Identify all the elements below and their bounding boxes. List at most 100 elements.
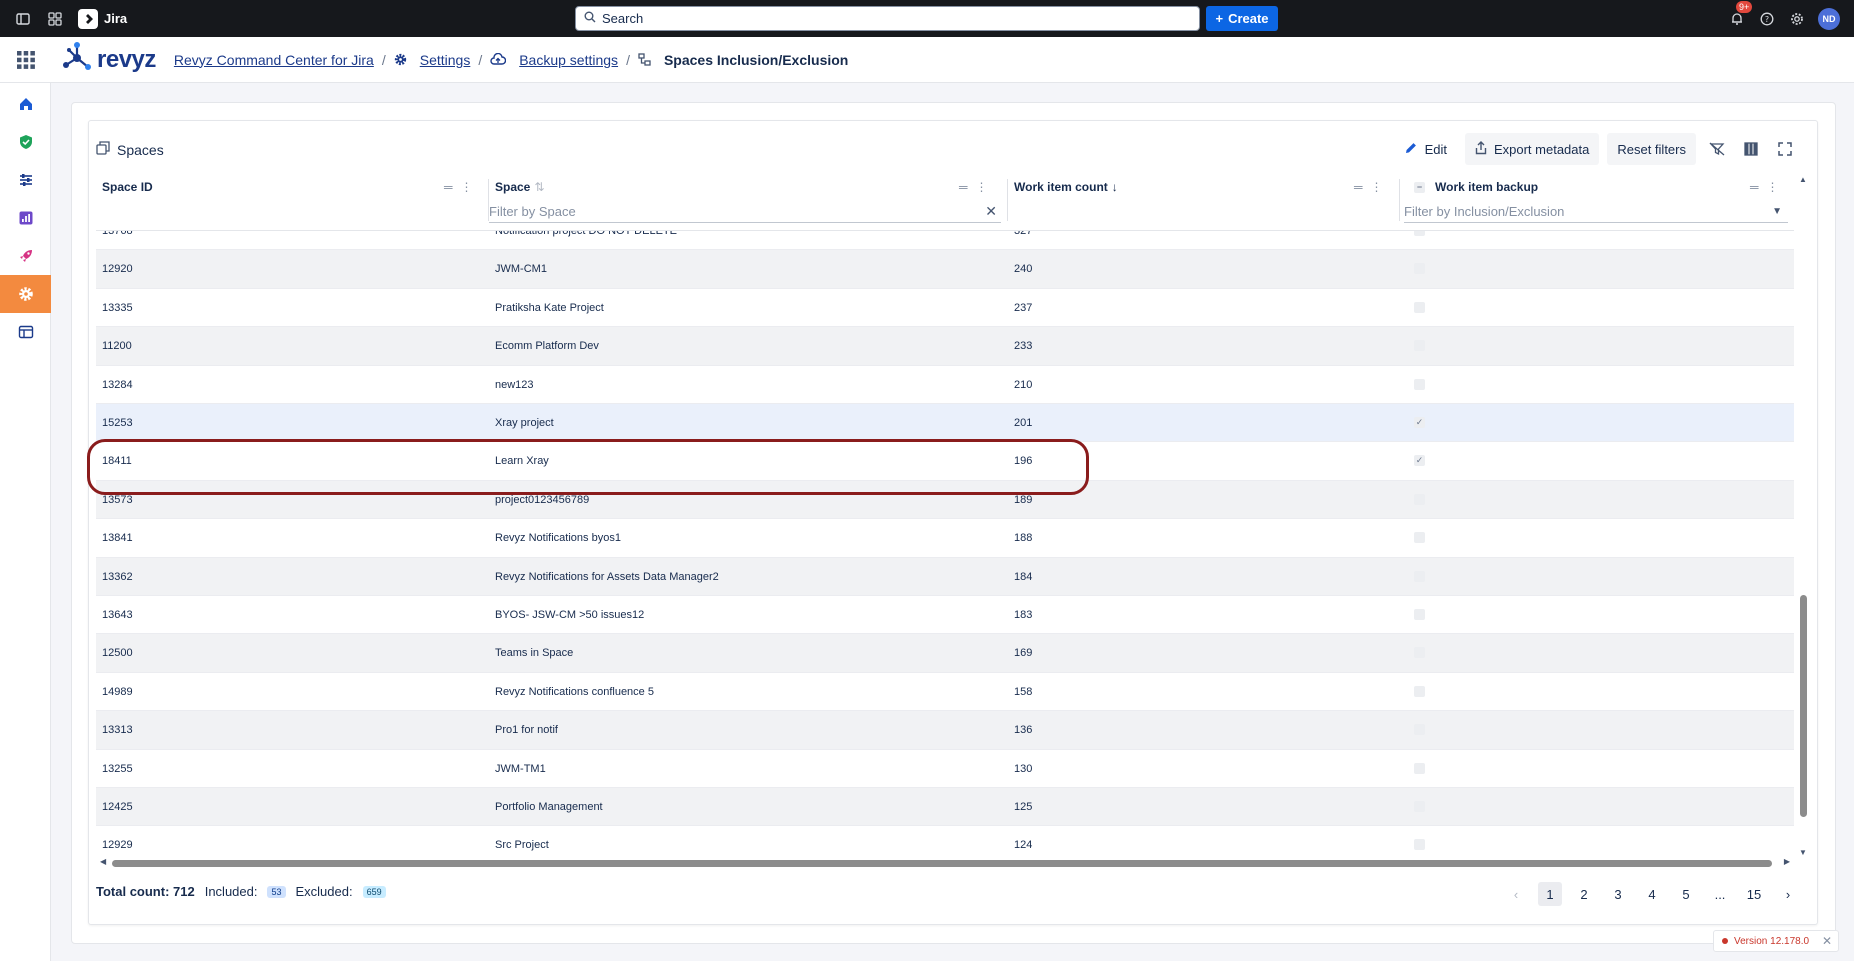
- backup-checkbox[interactable]: [1414, 263, 1425, 275]
- page-1[interactable]: 1: [1538, 882, 1562, 906]
- page-4[interactable]: 4: [1640, 882, 1664, 906]
- spaces-table: Space ID ═ ⋮ Space ⇅ ═ ⋮ Filter by Space…: [96, 175, 1794, 857]
- scroll-down-icon[interactable]: ▼: [1799, 848, 1807, 857]
- backup-checkbox[interactable]: [1414, 724, 1425, 736]
- search-input[interactable]: Search: [575, 6, 1200, 31]
- clear-filter-icon[interactable]: [1704, 133, 1730, 165]
- backup-checkbox[interactable]: [1414, 685, 1425, 697]
- scroll-up-icon[interactable]: ▲: [1799, 175, 1807, 184]
- user-avatar[interactable]: ND: [1818, 7, 1840, 30]
- breadcrumb-settings[interactable]: Settings: [420, 52, 471, 68]
- backup-checkbox[interactable]: ✓: [1414, 455, 1425, 467]
- backup-checkbox[interactable]: [1414, 340, 1425, 352]
- sidebar-item-launch[interactable]: [0, 237, 51, 275]
- filter-backup-select[interactable]: Filter by Inclusion/Exclusion ▼: [1404, 201, 1788, 223]
- backup-checkbox[interactable]: [1414, 493, 1425, 505]
- app-grid-icon[interactable]: [0, 50, 51, 70]
- cell-space-name: Pratiksha Kate Project: [495, 301, 604, 314]
- sidebar-item-reports[interactable]: [0, 199, 51, 237]
- export-metadata-button[interactable]: Export metadata: [1464, 133, 1600, 165]
- reset-filters-button[interactable]: Reset filters: [1607, 133, 1696, 165]
- page-2[interactable]: 2: [1572, 882, 1596, 906]
- breadcrumb-command-center[interactable]: Revyz Command Center for Jira: [174, 52, 374, 68]
- excluded-label: Excluded:: [295, 884, 353, 899]
- column-menu-icon[interactable]: ⋮: [1371, 180, 1383, 194]
- backup-checkbox[interactable]: [1414, 301, 1425, 313]
- column-menu-icon[interactable]: ⋮: [461, 180, 473, 194]
- table-row[interactable]: 13284 new123 210: [96, 366, 1794, 404]
- column-header-space-id[interactable]: Space ID ═ ⋮: [96, 175, 488, 231]
- table-row[interactable]: 12500 Teams in Space 169: [96, 634, 1794, 673]
- prev-page-icon[interactable]: ‹: [1504, 882, 1528, 906]
- create-button[interactable]: + Create: [1206, 6, 1278, 31]
- revyz-mark-icon: [61, 41, 93, 78]
- next-page-icon[interactable]: ›: [1776, 882, 1800, 906]
- table-row[interactable]: 13362 Revyz Notifications for Assets Data…: [96, 557, 1794, 596]
- table-row[interactable]: 12920 JWM-CM1 240: [96, 250, 1794, 289]
- backup-checkbox[interactable]: [1414, 839, 1425, 851]
- drag-handle-icon[interactable]: ═: [444, 180, 453, 194]
- drag-handle-icon[interactable]: ═: [1354, 180, 1363, 194]
- sidebar-item-home[interactable]: [0, 85, 51, 123]
- page-15[interactable]: 15: [1742, 882, 1766, 906]
- scroll-thumb[interactable]: [1800, 595, 1807, 817]
- table-row[interactable]: 13643 BYOS- JSW-CM >50 issues12 183: [96, 596, 1794, 635]
- table-row[interactable]: 15253 Xray project 201 ✓: [96, 404, 1794, 443]
- select-all-checkbox[interactable]: −: [1414, 181, 1425, 193]
- help-icon[interactable]: ?: [1758, 10, 1776, 28]
- clear-filter-x-icon[interactable]: ✕: [985, 203, 997, 220]
- notifications-icon[interactable]: 9+: [1728, 0, 1753, 28]
- table-row[interactable]: 13313 Pro1 for notif 136: [96, 711, 1794, 750]
- settings-gear-icon[interactable]: [1788, 10, 1806, 28]
- sort-icon[interactable]: ⇅: [534, 180, 544, 194]
- table-row[interactable]: 11200 Ecomm Platform Dev 233: [96, 327, 1794, 366]
- column-header-work-item-backup[interactable]: − Work item backup ═ ⋮ Filter by Inclusi…: [1400, 175, 1794, 231]
- vertical-scrollbar[interactable]: ▲ ▼: [1798, 175, 1808, 857]
- backup-checkbox[interactable]: ✓: [1414, 417, 1425, 428]
- table-row[interactable]: 13841 Revyz Notifications byos1 188: [96, 519, 1794, 558]
- table-row[interactable]: 13335 Pratiksha Kate Project 237: [96, 289, 1794, 328]
- page-3[interactable]: 3: [1606, 882, 1630, 906]
- filter-space-input[interactable]: Filter by Space ✕: [489, 201, 1001, 223]
- column-label: Work item backup: [1435, 180, 1539, 194]
- backup-checkbox[interactable]: [1414, 762, 1425, 774]
- table-row[interactable]: 13255 JWM-TM1 130: [96, 750, 1794, 788]
- backup-checkbox[interactable]: [1414, 532, 1425, 544]
- backup-checkbox[interactable]: [1414, 378, 1425, 390]
- sidebar-item-settings[interactable]: [0, 275, 51, 313]
- columns-icon[interactable]: [1738, 133, 1764, 165]
- page-5[interactable]: 5: [1674, 882, 1698, 906]
- edit-button[interactable]: Edit: [1394, 133, 1457, 165]
- close-icon[interactable]: ✕: [1822, 934, 1832, 948]
- table-row[interactable]: 12425 Portfolio Management 125: [96, 788, 1794, 827]
- table-row[interactable]: 14989 Revyz Notifications confluence 5 158: [96, 673, 1794, 712]
- table-row[interactable]: 12929 Src Project 124: [96, 826, 1794, 857]
- backup-checkbox[interactable]: [1414, 647, 1425, 659]
- scroll-left-icon[interactable]: ◀: [100, 857, 106, 866]
- dropdown-arrow-icon[interactable]: ▼: [1772, 206, 1782, 217]
- backup-checkbox[interactable]: [1414, 570, 1425, 582]
- scroll-thumb[interactable]: [112, 860, 1772, 867]
- plus-icon: +: [1215, 11, 1224, 26]
- sidebar-item-configuration[interactable]: [0, 161, 51, 199]
- breadcrumb-backup-settings[interactable]: Backup settings: [519, 52, 618, 68]
- column-header-work-item-count[interactable]: Work item count ↓ ═ ⋮: [1008, 175, 1398, 231]
- column-menu-icon[interactable]: ⋮: [976, 180, 988, 194]
- sidebar-item-security[interactable]: [0, 123, 51, 161]
- revyz-logo[interactable]: revyz: [61, 41, 156, 78]
- sidebar-toggle-icon[interactable]: [14, 10, 32, 28]
- gear-icon: [394, 53, 407, 66]
- sidebar-item-table[interactable]: [0, 313, 51, 351]
- backup-checkbox[interactable]: [1414, 801, 1425, 812]
- drag-handle-icon[interactable]: ═: [1750, 180, 1759, 194]
- fullscreen-icon[interactable]: [1772, 133, 1798, 165]
- drag-handle-icon[interactable]: ═: [959, 180, 968, 194]
- jira-logo[interactable]: Jira: [78, 8, 127, 29]
- column-header-space[interactable]: Space ⇅ ═ ⋮ Filter by Space ✕: [489, 175, 1004, 231]
- horizontal-scrollbar[interactable]: ◀ ▶: [96, 857, 1794, 869]
- backup-checkbox[interactable]: [1414, 609, 1425, 620]
- scroll-right-icon[interactable]: ▶: [1784, 857, 1790, 866]
- column-menu-icon[interactable]: ⋮: [1767, 180, 1779, 194]
- sort-descending-icon[interactable]: ↓: [1112, 180, 1118, 194]
- app-switcher-icon[interactable]: [46, 10, 64, 28]
